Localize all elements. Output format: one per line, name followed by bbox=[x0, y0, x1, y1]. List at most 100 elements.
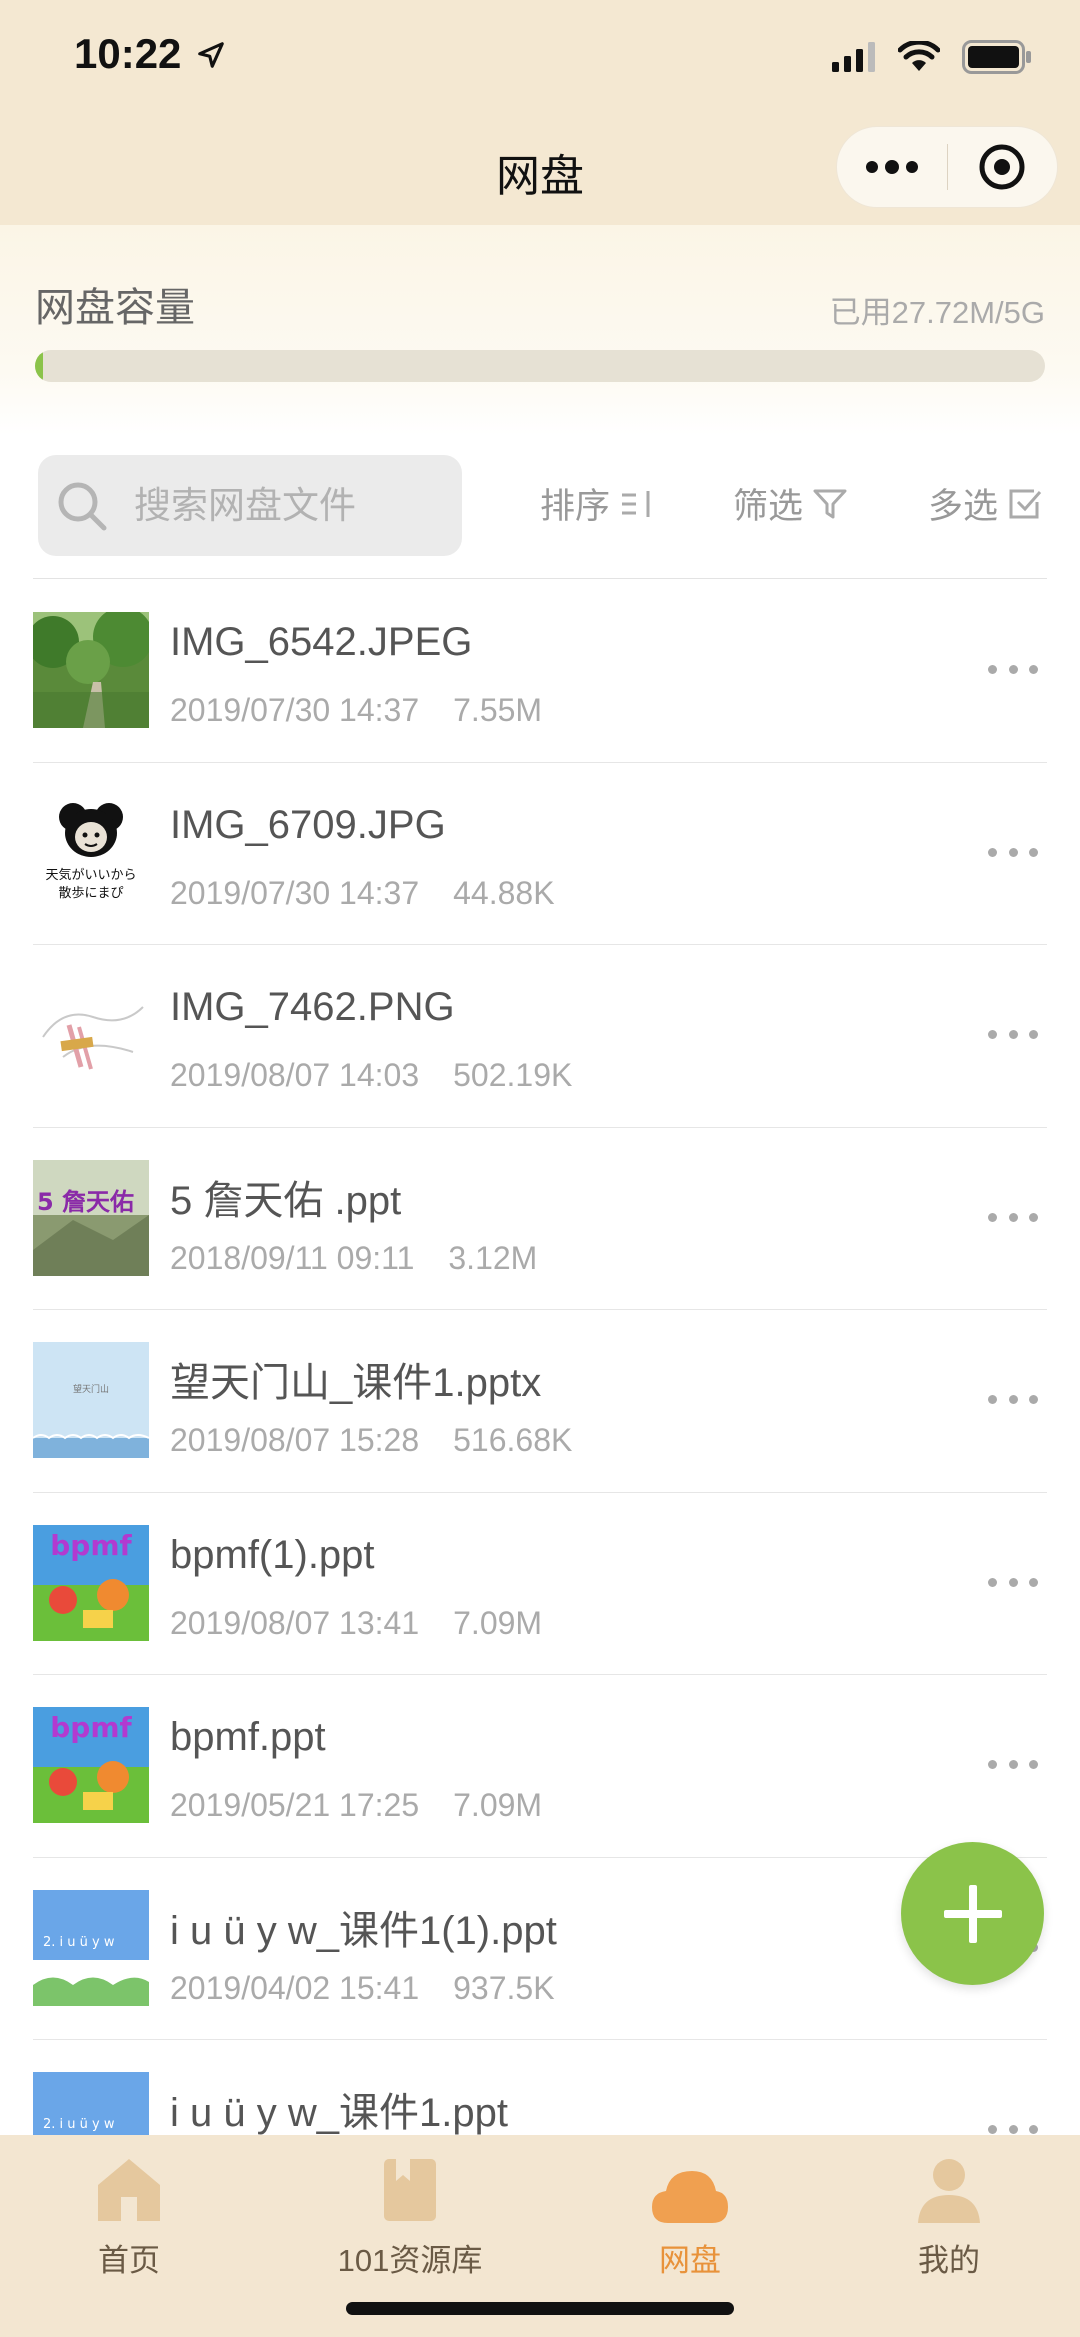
mini-program-capsule bbox=[836, 126, 1058, 208]
more-menu-button[interactable] bbox=[837, 127, 947, 207]
file-more-button[interactable] bbox=[988, 1027, 1038, 1043]
tab-mine[interactable]: 我的 bbox=[849, 2145, 1049, 2280]
file-row[interactable]: IMG_7462.PNG 2019/08/07 14:03 502.19K bbox=[0, 945, 1080, 1128]
file-more-button[interactable] bbox=[988, 1392, 1038, 1408]
book-icon bbox=[384, 2159, 436, 2221]
add-file-button[interactable] bbox=[901, 1842, 1044, 1985]
close-miniprogram-button[interactable] bbox=[948, 127, 1058, 207]
file-more-button[interactable] bbox=[988, 662, 1038, 678]
wifi-icon bbox=[898, 41, 940, 71]
tab-label: 我的 bbox=[918, 2243, 980, 2278]
file-thumbnail: 5 詹天佑 bbox=[33, 1159, 149, 1276]
file-date: 2018/09/11 09:11 bbox=[170, 1239, 415, 1276]
file-row[interactable]: 5 詹天佑 5 詹天佑 .ppt 2018/09/11 09:11 3.12M bbox=[0, 1128, 1080, 1311]
file-thumbnail: bpmf bbox=[33, 1707, 149, 1823]
sort-label: 排序 bbox=[540, 487, 611, 526]
search-input[interactable] bbox=[134, 484, 434, 527]
more-dots-icon bbox=[865, 160, 918, 174]
file-size: 7.55M bbox=[453, 692, 543, 728]
tab-home[interactable]: 首页 bbox=[29, 2145, 229, 2280]
file-row[interactable]: 天気がいいから 散歩にまぴ IMG_6709.JPG 2019/07/30 14… bbox=[0, 763, 1080, 946]
multi-select-label: 多选 bbox=[928, 487, 999, 526]
file-name: IMG_6542.JPEG bbox=[170, 620, 473, 664]
file-date: 2019/07/30 14:37 bbox=[170, 692, 420, 728]
tab-label: 101资源库 bbox=[337, 2243, 483, 2278]
storage-capacity: 网盘容量 已用27.72M/5G bbox=[0, 225, 1080, 435]
sort-button[interactable]: 排序 bbox=[540, 478, 654, 529]
file-meta: 2019/08/07 13:41 7.09M bbox=[170, 1605, 542, 1642]
file-size: 7.09M bbox=[453, 1604, 543, 1641]
capacity-used: 已用27.72M/5G bbox=[829, 295, 1045, 330]
search-icon bbox=[58, 482, 107, 530]
file-meta: 2019/07/30 14:37 7.55M bbox=[170, 692, 542, 729]
search-box[interactable] bbox=[38, 455, 462, 556]
multi-select-button[interactable]: 多选 bbox=[928, 478, 1042, 529]
file-name: bpmf(1).ppt bbox=[170, 1532, 375, 1577]
plus-icon bbox=[943, 1884, 1002, 1943]
thumb-slide-title: 望天门山 bbox=[73, 1383, 109, 1395]
file-thumbnail bbox=[33, 612, 149, 728]
file-more-button[interactable] bbox=[988, 1575, 1038, 1591]
file-toolbar: 排序 筛选 多选 bbox=[0, 450, 1080, 580]
tab-resource-library[interactable]: 101资源库 bbox=[310, 2145, 510, 2280]
user-icon bbox=[918, 2159, 980, 2223]
file-thumbnail bbox=[33, 977, 149, 1093]
tab-netdisk[interactable]: 网盘 bbox=[590, 2145, 790, 2280]
filter-button[interactable]: 筛选 bbox=[733, 478, 847, 529]
file-meta: 2019/07/30 14:37 44.88K bbox=[170, 875, 555, 912]
file-meta: 2019/08/07 14:03 502.19K bbox=[170, 1057, 572, 1094]
thumb-slide-title: 2. i u ü y w bbox=[43, 1935, 115, 1950]
file-size: 3.12M bbox=[448, 1239, 538, 1276]
file-more-button[interactable] bbox=[988, 1757, 1038, 1773]
file-size: 44.88K bbox=[453, 874, 555, 911]
file-more-button[interactable] bbox=[988, 845, 1038, 861]
file-name: bpmf.ppt bbox=[170, 1715, 326, 1759]
status-icons bbox=[832, 40, 1032, 74]
file-row[interactable]: bpmf bpmf(1).ppt 2019/08/07 13:41 7.09M bbox=[0, 1493, 1080, 1676]
thumb-caption-line1: 天気がいいから bbox=[45, 867, 136, 883]
status-time: 10:22 bbox=[74, 30, 182, 77]
file-meta: 2019/04/02 15:41 937.5K bbox=[170, 1970, 555, 2007]
file-date: 2019/08/07 15:28 bbox=[170, 1422, 420, 1458]
file-meta: 2019/08/07 15:28 516.68K bbox=[170, 1422, 572, 1459]
file-date: 2019/08/07 14:03 bbox=[170, 1057, 420, 1093]
file-name: i u ü y w_课件1(1).ppt bbox=[170, 1908, 557, 1953]
target-circle-icon bbox=[979, 144, 1025, 190]
signal-icon bbox=[832, 42, 875, 72]
file-more-button[interactable] bbox=[988, 1210, 1038, 1226]
file-row[interactable]: IMG_6542.JPEG 2019/07/30 14:37 7.55M bbox=[0, 580, 1080, 763]
filter-funnel-icon bbox=[813, 489, 847, 518]
thumb-caption-line2: 散歩にまぴ bbox=[58, 886, 123, 901]
top-bar: 10:22 网盘 bbox=[0, 0, 1080, 225]
file-thumbnail: bpmf bbox=[33, 1524, 149, 1641]
capacity-title: 网盘容量 bbox=[35, 286, 195, 330]
home-indicator bbox=[346, 2302, 734, 2315]
file-list: IMG_6542.JPEG 2019/07/30 14:37 7.55M 天気がい… bbox=[0, 580, 1080, 2223]
tab-label: 首页 bbox=[98, 2243, 160, 2278]
toolbar-divider bbox=[33, 578, 1047, 579]
home-icon bbox=[98, 2159, 160, 2221]
file-meta: 2019/05/21 17:25 7.09M bbox=[170, 1787, 542, 1824]
capacity-progress-bar bbox=[35, 350, 1045, 382]
filter-label: 筛选 bbox=[733, 487, 804, 526]
sort-icon bbox=[622, 490, 650, 517]
cloud-icon bbox=[652, 2171, 728, 2223]
thumb-slide-title: bpmf bbox=[50, 1529, 132, 1562]
file-name: IMG_6709.JPG bbox=[170, 802, 446, 847]
thumb-slide-title: 5 詹天佑 bbox=[37, 1188, 134, 1216]
file-size: 502.19K bbox=[453, 1057, 573, 1093]
file-size: 7.09M bbox=[453, 1787, 543, 1823]
checkbox-icon bbox=[1009, 489, 1042, 518]
file-row[interactable]: 望天门山 望天门山_课件1.pptx 2019/08/07 15:28 516.6… bbox=[0, 1310, 1080, 1493]
file-meta: 2018/09/11 09:11 3.12M bbox=[170, 1240, 537, 1277]
tab-label: 网盘 bbox=[659, 2243, 721, 2278]
capacity-progress-fill bbox=[35, 350, 44, 382]
file-row[interactable]: bpmf bpmf.ppt 2019/05/21 17:25 7.09M bbox=[0, 1675, 1080, 1858]
file-name: 望天门山_课件1.pptx bbox=[170, 1361, 542, 1405]
file-date: 2019/05/21 17:25 bbox=[170, 1787, 420, 1823]
file-size: 937.5K bbox=[453, 1969, 555, 2006]
file-name: 5 詹天佑 .ppt bbox=[170, 1178, 402, 1223]
file-date: 2019/08/07 13:41 bbox=[170, 1604, 420, 1641]
thumb-slide-title: 2. i u ü y w bbox=[43, 2117, 115, 2132]
file-size: 516.68K bbox=[453, 1422, 573, 1458]
